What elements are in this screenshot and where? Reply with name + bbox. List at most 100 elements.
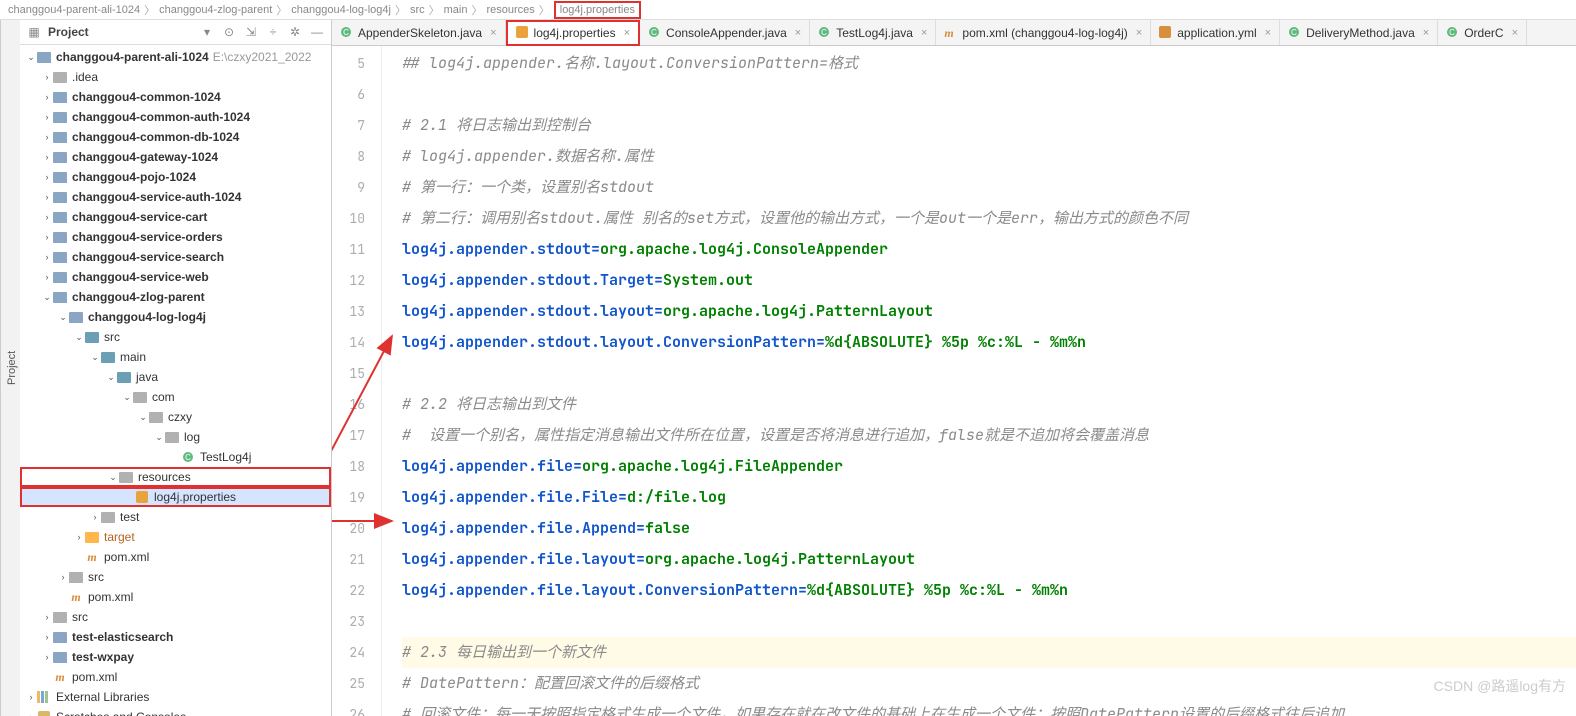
editor-tab[interactable]: mpom.xml (changgou4-log-log4j)×	[936, 20, 1151, 45]
close-icon[interactable]: ×	[1423, 27, 1429, 39]
chevron-down-icon[interactable]: ⌄	[138, 412, 148, 423]
tree-item[interactable]: ⌄changgou4-parent-ali-1024E:\czxy2021_20…	[20, 47, 331, 67]
close-icon[interactable]: ×	[795, 27, 801, 39]
code-line[interactable]: # 设置一个别名，属性指定消息输出文件所在位置，设置是否将消息进行追加，fals…	[402, 420, 1576, 451]
tree-item[interactable]: log4j.properties	[20, 487, 331, 507]
chevron-down-icon[interactable]: ⌄	[122, 392, 132, 403]
tree-item[interactable]: ›Scratches and Consoles	[20, 707, 331, 716]
tree-item[interactable]: ›test-wxpay	[20, 647, 331, 667]
code-line[interactable]: # 2.3 每日输出到一个新文件	[402, 637, 1576, 668]
tree-item[interactable]: ›changgou4-service-auth-1024	[20, 187, 331, 207]
chevron-down-icon[interactable]: ⌄	[108, 472, 118, 483]
chevron-right-icon[interactable]: ›	[42, 272, 52, 282]
chevron-right-icon[interactable]: ›	[42, 132, 52, 142]
code-line[interactable]: # 2.2 将日志输出到文件	[402, 389, 1576, 420]
code-line[interactable]: log4j.appender.stdout.layout=org.apache.…	[402, 296, 1576, 327]
tree-item[interactable]: ›External Libraries	[20, 687, 331, 707]
tree-item[interactable]: ›changgou4-service-web	[20, 267, 331, 287]
code-line[interactable]: log4j.appender.file.layout=org.apache.lo…	[402, 544, 1576, 575]
tree-item[interactable]: ⌄src	[20, 327, 331, 347]
hide-icon[interactable]: —	[309, 24, 325, 40]
tree-item[interactable]: ⌄main	[20, 347, 331, 367]
code-line[interactable]	[402, 79, 1576, 110]
breadcrumb-segment[interactable]: changgou4-zlog-parent	[159, 4, 272, 16]
chevron-down-icon[interactable]: ⌄	[58, 312, 68, 323]
close-icon[interactable]: ×	[1512, 27, 1518, 39]
chevron-right-icon[interactable]: ›	[42, 652, 52, 662]
code-line[interactable]: log4j.appender.file.File=d:/file.log	[402, 482, 1576, 513]
tree-item[interactable]: ›test	[20, 507, 331, 527]
chevron-right-icon[interactable]: ›	[42, 192, 52, 202]
breadcrumb-segment[interactable]: changgou4-parent-ali-1024	[8, 4, 140, 16]
chevron-down-icon[interactable]: ⌄	[26, 52, 36, 63]
chevron-down-icon[interactable]: ⌄	[74, 332, 84, 343]
tree-item[interactable]: mpom.xml	[20, 547, 331, 567]
tree-item[interactable]: ›changgou4-common-db-1024	[20, 127, 331, 147]
code-line[interactable]: # 第一行：一个类，设置别名stdout	[402, 172, 1576, 203]
chevron-right-icon[interactable]: ›	[42, 232, 52, 242]
close-icon[interactable]: ×	[921, 27, 927, 39]
code-line[interactable]	[402, 606, 1576, 637]
collapse-icon[interactable]: ÷	[265, 24, 281, 40]
chevron-right-icon[interactable]: ›	[42, 632, 52, 642]
editor-tab[interactable]: CAppenderSkeleton.java×	[332, 20, 506, 45]
tree-item[interactable]: ›changgou4-common-auth-1024	[20, 107, 331, 127]
chevron-right-icon[interactable]: ›	[42, 72, 52, 82]
chevron-right-icon[interactable]: ›	[26, 712, 36, 716]
code-line[interactable]: log4j.appender.file=org.apache.log4j.Fil…	[402, 451, 1576, 482]
close-icon[interactable]: ×	[1265, 27, 1271, 39]
breadcrumb-segment[interactable]: changgou4-log-log4j	[291, 4, 391, 16]
code-line[interactable]: # 第二行：调用别名stdout.属性 别名的set方式，设置他的输出方式，一个…	[402, 203, 1576, 234]
chevron-down-icon[interactable]: ⌄	[106, 372, 116, 383]
tree-item[interactable]: ⌄com	[20, 387, 331, 407]
code-line[interactable]: log4j.appender.file.Append=false	[402, 513, 1576, 544]
breadcrumb-segment[interactable]: resources	[486, 4, 534, 16]
tree-item[interactable]: CTestLog4j	[20, 447, 331, 467]
select-opened-icon[interactable]: ⊙	[221, 24, 237, 40]
chevron-right-icon[interactable]: ›	[42, 252, 52, 262]
chevron-right-icon[interactable]: ›	[42, 112, 52, 122]
settings-icon[interactable]: ✲	[287, 24, 303, 40]
chevron-down-icon[interactable]: ⌄	[42, 292, 52, 303]
chevron-down-icon[interactable]: ▾	[199, 24, 215, 40]
tree-item[interactable]: ›src	[20, 567, 331, 587]
chevron-right-icon[interactable]: ›	[42, 92, 52, 102]
chevron-right-icon[interactable]: ›	[42, 612, 52, 622]
chevron-right-icon[interactable]: ›	[90, 512, 100, 522]
code-line[interactable]: log4j.appender.file.layout.ConversionPat…	[402, 575, 1576, 606]
code-line[interactable]: log4j.appender.stdout.layout.ConversionP…	[402, 327, 1576, 358]
expand-all-icon[interactable]: ⇲	[243, 24, 259, 40]
close-icon[interactable]: ×	[624, 27, 630, 39]
editor-tab[interactable]: CTestLog4j.java×	[810, 20, 936, 45]
editor-tab[interactable]: CDeliveryMethod.java×	[1280, 20, 1438, 45]
tree-item[interactable]: ⌄resources	[20, 467, 331, 487]
tree-item[interactable]: ›changgou4-service-cart	[20, 207, 331, 227]
code-line[interactable]: # 2.1 将日志输出到控制台	[402, 110, 1576, 141]
tree-item[interactable]: ›test-elasticsearch	[20, 627, 331, 647]
tree-item[interactable]: ⌄changgou4-log-log4j	[20, 307, 331, 327]
tree-item[interactable]: mpom.xml	[20, 587, 331, 607]
breadcrumb-segment[interactable]: log4j.properties	[560, 4, 635, 16]
tree-item[interactable]: ›changgou4-common-1024	[20, 87, 331, 107]
chevron-right-icon[interactable]: ›	[26, 692, 36, 702]
project-side-label[interactable]: Project	[0, 20, 20, 716]
tree-item[interactable]: ⌄java	[20, 367, 331, 387]
tree-item[interactable]: ⌄log	[20, 427, 331, 447]
chevron-right-icon[interactable]: ›	[42, 212, 52, 222]
close-icon[interactable]: ×	[490, 27, 496, 39]
chevron-right-icon[interactable]: ›	[42, 152, 52, 162]
tree-item[interactable]: ›target	[20, 527, 331, 547]
tree-item[interactable]: ›src	[20, 607, 331, 627]
chevron-down-icon[interactable]: ⌄	[154, 432, 164, 443]
breadcrumb-segment[interactable]: main	[444, 4, 468, 16]
chevron-right-icon[interactable]: ›	[58, 572, 68, 582]
code-line[interactable]: log4j.appender.stdout.Target=System.out	[402, 265, 1576, 296]
tree-item[interactable]: ›.idea	[20, 67, 331, 87]
tree-item[interactable]: ›changgou4-service-search	[20, 247, 331, 267]
tree-item[interactable]: mpom.xml	[20, 667, 331, 687]
editor-tab[interactable]: log4j.properties×	[506, 20, 641, 46]
editor-tab[interactable]: CConsoleAppender.java×	[640, 20, 810, 45]
breadcrumb-segment[interactable]: src	[410, 4, 425, 16]
editor-tab[interactable]: application.yml×	[1151, 20, 1280, 45]
code-line[interactable]: # DatePattern：配置回滚文件的后缀格式	[402, 668, 1576, 699]
